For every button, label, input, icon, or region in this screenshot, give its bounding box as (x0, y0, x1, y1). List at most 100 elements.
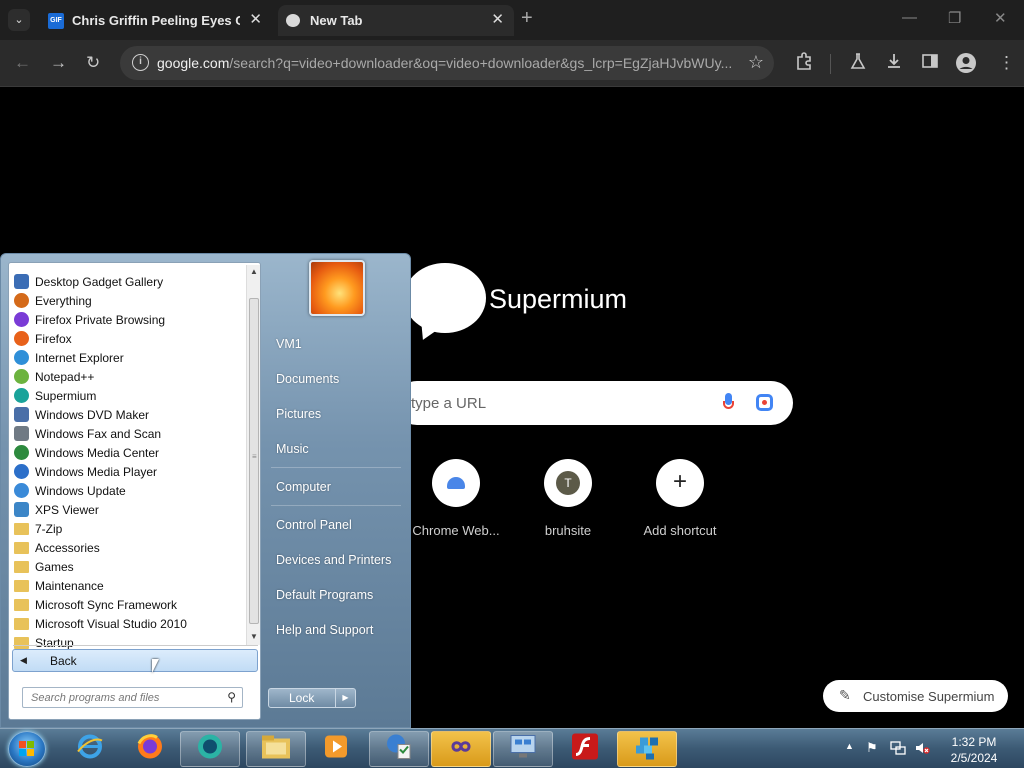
start-item-control-panel[interactable]: Control Panel (276, 518, 352, 532)
program-item[interactable]: Windows Update (13, 481, 245, 500)
start-item-devices-printers[interactable]: Devices and Printers (276, 553, 391, 567)
program-label: Windows Fax and Scan (35, 427, 162, 441)
tab-search-button[interactable]: ⌄ (8, 9, 30, 31)
url-text[interactable]: google.com/search?q=video+downloader&oq=… (157, 55, 743, 71)
show-hidden-icons-icon[interactable]: ▲ (845, 741, 854, 751)
start-button[interactable] (8, 731, 46, 767)
menu-kebab-icon[interactable]: ⋮ (998, 52, 1015, 74)
program-item[interactable]: Internet Explorer (13, 348, 245, 367)
media-center-icon (14, 445, 29, 460)
program-label: Firefox (35, 332, 72, 346)
address-bar[interactable]: i google.com/search?q=video+downloader&o… (120, 46, 774, 80)
back-button[interactable]: ← (14, 52, 31, 74)
divider (271, 505, 401, 506)
taskbar-infinity-app[interactable] (431, 731, 491, 767)
program-item[interactable]: Firefox Private Browsing (13, 310, 245, 329)
scroll-down-arrow-icon[interactable]: ▼ (250, 632, 258, 641)
user-picture-avatar[interactable] (309, 260, 365, 316)
folder-icon (14, 618, 29, 630)
program-item[interactable]: Supermium (13, 386, 245, 405)
minimize-button[interactable]: — (902, 9, 917, 26)
shortcut-chrome-web-store[interactable]: Chrome Web... (400, 459, 512, 538)
taskbar-internet-explorer[interactable] (62, 731, 118, 767)
shutdown-options-arrow-icon[interactable]: ▶ (335, 688, 355, 708)
lens-search-icon[interactable] (756, 394, 773, 411)
volume-muted-icon[interactable] (914, 740, 930, 756)
program-item[interactable]: Microsoft Sync Framework (13, 595, 245, 614)
system-clock[interactable]: 1:32 PM 2/5/2024 (932, 734, 1016, 766)
taskbar-firefox[interactable] (122, 731, 178, 767)
program-item[interactable]: Desktop Gadget Gallery (13, 272, 245, 291)
side-panel-icon[interactable] (921, 52, 939, 76)
ie-icon (14, 350, 29, 365)
program-item[interactable]: Windows Fax and Scan (13, 424, 245, 443)
ntp-search-box[interactable]: type a URL (395, 381, 793, 425)
shortcut-label: Chrome Web... (412, 523, 500, 538)
program-item[interactable]: Accessories (13, 538, 245, 557)
action-center-flag-icon[interactable]: ⚑ (866, 740, 882, 756)
taskbar-registry[interactable] (617, 731, 677, 767)
tab-close-icon[interactable]: ✕ (249, 10, 262, 28)
program-item[interactable]: Notepad++ (13, 367, 245, 386)
taskbar-supermium[interactable] (180, 731, 240, 767)
program-item[interactable]: Everything (13, 291, 245, 310)
shortcut-add[interactable]: + Add shortcut (624, 459, 736, 538)
notepadpp-icon (14, 369, 29, 384)
start-item-pictures[interactable]: Pictures (276, 407, 321, 421)
program-item[interactable]: Games (13, 557, 245, 576)
bookmark-star-icon[interactable]: ☆ (748, 52, 764, 73)
program-label: Windows Media Center (35, 446, 160, 460)
program-item[interactable]: Firefox (13, 329, 245, 348)
extensions-icon[interactable] (795, 52, 813, 76)
voice-search-icon[interactable] (723, 393, 734, 411)
scroll-up-arrow-icon[interactable]: ▲ (250, 267, 258, 276)
programs-scrollbar[interactable]: ▲ ≡ ▼ (246, 265, 260, 645)
close-window-button[interactable]: ✕ (994, 9, 1007, 27)
customise-button[interactable]: ✎ Customise Supermium (823, 680, 1008, 712)
program-item[interactable]: Windows Media Center (13, 443, 245, 462)
reload-button[interactable]: ↻ (86, 52, 100, 74)
restore-button[interactable]: ❐ (948, 9, 961, 27)
labs-flask-icon[interactable] (849, 52, 867, 76)
start-item-help-support[interactable]: Help and Support (276, 623, 373, 637)
program-item[interactable]: 7-Zip (13, 519, 245, 538)
lock-button[interactable]: Lock ▶ (268, 688, 356, 708)
tab-close-icon[interactable]: ✕ (491, 10, 504, 28)
start-item-documents[interactable]: Documents (276, 372, 339, 386)
taskbar-network-settings[interactable] (493, 731, 553, 767)
forward-button[interactable]: → (50, 52, 67, 74)
downloads-icon[interactable] (885, 52, 903, 76)
program-item[interactable]: Windows DVD Maker (13, 405, 245, 424)
shortcut-bruhsite[interactable]: T bruhsite (512, 459, 624, 538)
program-item[interactable]: Windows Media Player (13, 462, 245, 481)
tab-chris-griffin[interactable]: GIF Chris Griffin Peeling Eyes Out ( ✕ (40, 5, 272, 36)
browser-toolbar: ← → ↻ i google.com/search?q=video+downlo… (0, 40, 1024, 87)
taskbar-windows-explorer[interactable] (246, 731, 306, 767)
new-tab-button[interactable]: + (521, 7, 533, 30)
shortcut-label: bruhsite (544, 523, 592, 538)
back-button[interactable]: ◀ Back (12, 649, 258, 672)
start-item-music[interactable]: Music (276, 442, 309, 456)
supermium-logo-text: Supermium (489, 284, 628, 314)
profile-avatar-icon[interactable] (955, 52, 977, 80)
network-icon[interactable] (890, 740, 906, 756)
start-search-input[interactable]: Search programs and files ⚲ (22, 687, 243, 708)
tab-title: Chris Griffin Peeling Eyes Out ( (72, 13, 240, 28)
taskbar-system-config[interactable] (369, 731, 429, 767)
taskbar-flash[interactable] (557, 731, 613, 767)
program-item[interactable]: Maintenance (13, 576, 245, 595)
scroll-thumb[interactable]: ≡ (249, 298, 259, 624)
site-info-icon[interactable]: i (132, 54, 149, 71)
start-item-computer[interactable]: Computer (276, 480, 331, 494)
program-label: Microsoft Sync Framework (35, 598, 178, 612)
program-label: 7-Zip (35, 522, 63, 536)
start-item-default-programs[interactable]: Default Programs (276, 588, 373, 602)
program-item[interactable]: Microsoft Visual Studio 2010 (13, 614, 245, 633)
start-item-vm1[interactable]: VM1 (276, 337, 302, 351)
firefox-private-icon (14, 312, 29, 327)
taskbar-media-player[interactable] (308, 731, 364, 767)
tab-new-tab[interactable]: New Tab ✕ (278, 5, 514, 36)
media-player-icon (322, 733, 350, 766)
program-item[interactable]: XPS Viewer (13, 500, 245, 519)
start-menu-programs-pane: Desktop Gadget Gallery Everything Firefox … (8, 262, 261, 720)
